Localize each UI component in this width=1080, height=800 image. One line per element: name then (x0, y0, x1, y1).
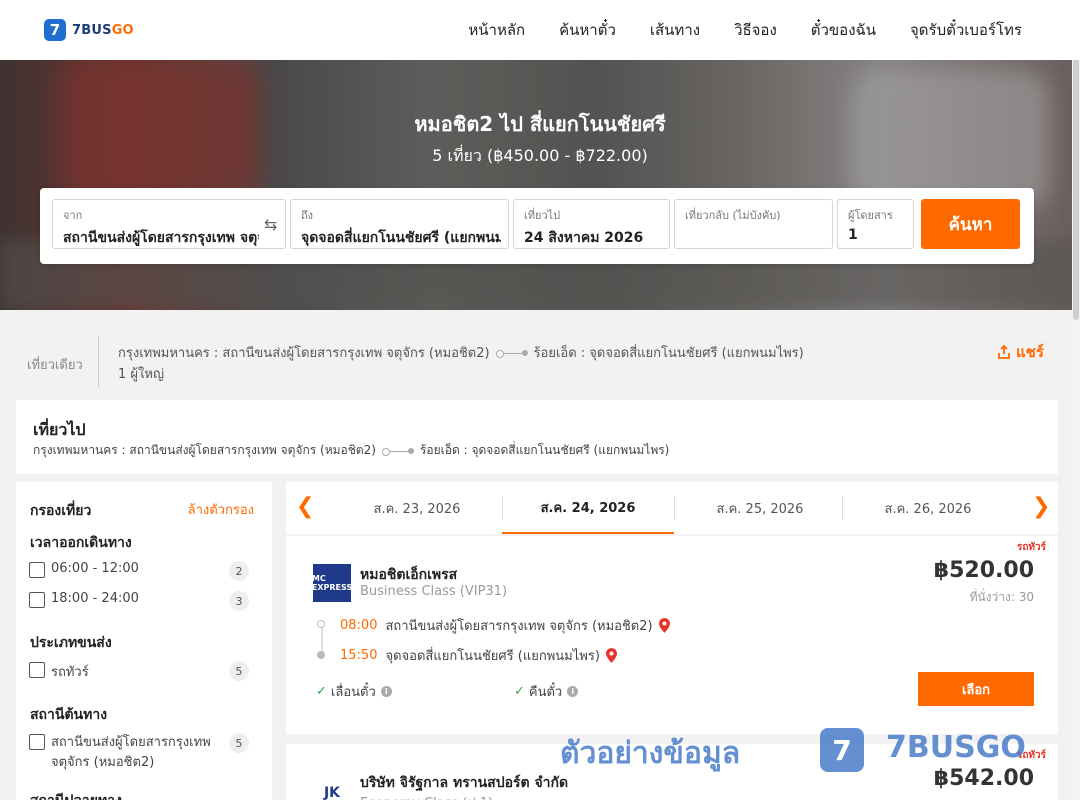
trip-route: กรุงเทพมหานคร : สถานีขนส่งผู้โดยสารกรุงเ… (118, 346, 804, 361)
filter-option-evening[interactable]: 18:00 - 24:00 3 (29, 591, 255, 611)
search-button[interactable]: ค้นหา (921, 199, 1020, 249)
route-connector-icon (495, 348, 528, 358)
checkbox[interactable] (29, 734, 45, 750)
passenger-field[interactable]: ผู้โดยสาร 1 (837, 199, 914, 249)
service-class: Business Class (VIP31) (360, 584, 508, 599)
check-icon: ✓ (316, 684, 327, 699)
filter-option-tour-bus[interactable]: รถทัวร์ 5 (29, 661, 255, 682)
logo-text: 7BUSGO (72, 22, 134, 38)
return-date-field[interactable]: เที่ยวกลับ (ไม่บังคับ) (674, 199, 833, 249)
filter-option-morning[interactable]: 06:00 - 12:00 2 (29, 561, 255, 581)
arrive-dot-icon (317, 651, 325, 659)
transport-type-badge: รถทัวร์ (1016, 750, 1046, 761)
filter-section-origin-station: สถานีต้นทาง (30, 707, 108, 723)
nav-routes[interactable]: เส้นทาง (650, 18, 700, 42)
map-pin-icon[interactable] (605, 648, 617, 663)
count-badge: 5 (229, 661, 249, 681)
outbound-title: เที่ยวไป (33, 420, 86, 439)
operator-name: บริษัท จิรัฐกาล ทรานสปอร์ต จำกัด (360, 775, 569, 791)
logo-mark: 7 (44, 19, 66, 41)
select-trip-button[interactable]: เลือก (918, 672, 1034, 706)
route-connector-icon (381, 446, 414, 456)
info-icon[interactable]: i (380, 686, 392, 697)
nav-how-to-book[interactable]: วิธีจอง (734, 18, 777, 42)
departure-row: 08:00 สถานีขนส่งผู้โดยสารกรุงเทพ จตุจักร… (340, 615, 670, 636)
filter-option-mochit2[interactable]: สถานีขนส่งผู้โดยสารกรุงเทพ จตุจักร (หมอช… (29, 733, 255, 773)
prev-date-arrow-icon[interactable]: ❮ (296, 494, 314, 519)
date-tab[interactable]: ส.ค. 25, 2026 (674, 482, 846, 534)
hero-banner: หมอชิต2 ไป สี่แยกโนนชัยศรี 5 เที่ยว (฿45… (0, 60, 1080, 310)
share-button[interactable]: แชร์ (996, 340, 1044, 364)
route-title: หมอชิต2 ไป สี่แยกโนนชัยศรี (414, 112, 666, 136)
checkbox[interactable] (29, 662, 45, 678)
arrival-row: 15:50 จุดจอดสี่แยกโนนชัยศรี (แยกพนมไพร) (340, 645, 617, 666)
checkbox[interactable] (29, 562, 45, 578)
ticket-price: ฿520.00 (933, 558, 1034, 583)
operator-name: หมอชิตเอ็กเพรส (360, 567, 458, 583)
next-date-arrow-icon[interactable]: ❯ (1032, 494, 1050, 519)
search-form: จาก สถานีขนส่งผู้โดยสารกรุงเทพ จตุจักร (… (40, 188, 1034, 264)
date-tab[interactable]: ส.ค. 26, 2026 (842, 482, 1014, 534)
checkbox[interactable] (29, 592, 45, 608)
date-tab-active[interactable]: ส.ค. 24, 2026 (502, 482, 674, 534)
operator-logo: MC EXPRESS (312, 564, 352, 602)
brand-logo[interactable]: 7 7BUSGO (44, 19, 134, 41)
from-field[interactable]: จาก สถานีขนส่งผู้โดยสารกรุงเทพ จตุจักร (… (52, 199, 286, 249)
count-badge: 3 (229, 591, 249, 611)
feature-refund: ✓ คืนตั๋ว i (514, 681, 579, 702)
filter-section-transport-type: ประเภทขนส่ง (30, 635, 112, 651)
check-icon: ✓ (514, 684, 525, 699)
trip-type: เที่ยวเดียว (27, 358, 83, 373)
swap-icon[interactable]: ⇆ (264, 215, 277, 234)
outbound-route: กรุงเทพมหานคร : สถานีขนส่งผู้โดยสารกรุงเ… (33, 443, 670, 457)
count-badge: 5 (229, 733, 249, 753)
scrollbar[interactable] (1072, 0, 1080, 800)
map-pin-icon[interactable] (658, 618, 670, 633)
outbound-header: เที่ยวไป กรุงเทพมหานคร : สถานีขนส่งผู้โด… (16, 400, 1058, 474)
filter-title: กรองเที่ยว (30, 503, 92, 519)
count-badge: 2 (229, 561, 249, 581)
seats-available: ที่นั่งว่าง: 30 (969, 590, 1034, 604)
nav-ticket-by-phone[interactable]: จุดรับตั๋วเบอร์โทร (910, 18, 1022, 42)
nav-home[interactable]: หน้าหลัก (468, 18, 525, 42)
date-tab[interactable]: ส.ค. 23, 2026 (331, 482, 503, 534)
depart-dot-icon (317, 620, 325, 628)
nav-search-ticket[interactable]: ค้นหาตั๋ว (559, 18, 616, 42)
route-subtitle: 5 เที่ยว (฿450.00 - ฿722.00) (432, 146, 648, 165)
trip-summary: เที่ยวเดียว กรุงเทพมหานคร : สถานีขนส่งผู… (0, 310, 1080, 392)
operator-logo: JK (313, 774, 351, 800)
service-class: Economy Class (ป.1) (360, 792, 493, 800)
info-icon[interactable]: i (567, 686, 579, 697)
date-selector: ❮ ส.ค. 23, 2026 ส.ค. 24, 2026 ส.ค. 25, 2… (286, 482, 1058, 534)
trip-result-card: รถทัวร์ JK บริษัท จิรัฐกาล ทรานสปอร์ต จำ… (286, 744, 1058, 800)
nav-menu: หน้าหลัก ค้นหาตั๋ว เส้นทาง วิธีจอง ตั๋วข… (468, 0, 1022, 60)
share-icon (998, 344, 1010, 359)
to-field[interactable]: ถึง จุดจอดสี่แยกโนนชัยศรี (แยกพนมไพร) (290, 199, 509, 249)
passenger-summary: 1 ผู้ใหญ่ (118, 367, 165, 382)
feature-reschedule: ✓ เลื่อนตั๋ว i (316, 681, 392, 702)
top-navbar: 7 7BUSGO หน้าหลัก ค้นหาตั๋ว เส้นทาง วิธี… (0, 0, 1080, 60)
filter-section-destination-station: สถานีปลายทาง (30, 790, 122, 800)
trip-result-card: รถทัวร์ MC EXPRESS หมอชิตเอ็กเพรส Busine… (286, 536, 1058, 734)
filter-section-departure-time: เวลาออกเดินทาง (30, 535, 132, 551)
filter-panel: กรองเที่ยว ล้างตัวกรอง เวลาออกเดินทาง 06… (16, 482, 272, 800)
ticket-price: ฿542.00 (933, 766, 1034, 791)
nav-my-tickets[interactable]: ตั๋วของฉัน (811, 18, 876, 42)
depart-date-field[interactable]: เที่ยวไป 24 สิงหาคม 2026 (513, 199, 670, 249)
clear-filters-link[interactable]: ล้างตัวกรอง (188, 499, 254, 520)
transport-type-badge: รถทัวร์ (1016, 542, 1046, 553)
